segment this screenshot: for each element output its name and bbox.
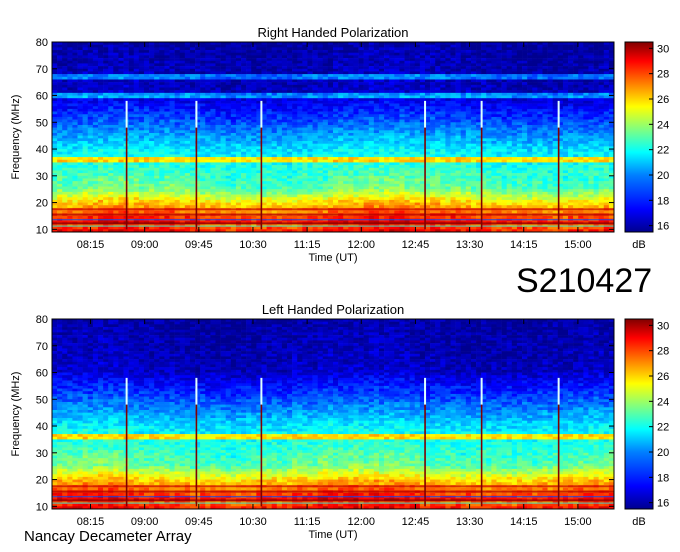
y-tick-label: 20 <box>36 475 48 487</box>
panel-right-polarization: Right Handed Polarization Time (UT) Freque… <box>10 25 669 264</box>
x-axis-label: Time (UT) <box>308 529 357 541</box>
y-tick-label: 50 <box>36 394 48 406</box>
colorbar-tick-label: 24 <box>657 119 669 131</box>
colorbar-tick-label: 30 <box>657 320 669 332</box>
colorbar-tick-label: 24 <box>657 396 669 408</box>
y-tick-label: 40 <box>36 144 48 156</box>
x-tick-label: 09:45 <box>185 516 213 528</box>
y-tick-label: 80 <box>36 37 48 49</box>
y-tick-label: 20 <box>36 198 48 210</box>
colorbar-tick-label: 20 <box>657 447 669 459</box>
x-tick-label: 08:15 <box>77 516 105 528</box>
plot-title: Left Handed Polarization <box>262 302 404 317</box>
colorbar-gradient <box>624 318 654 510</box>
colorbar-tick-label: 28 <box>657 69 669 81</box>
y-tick-label: 70 <box>36 64 48 76</box>
x-tick-label: 10:30 <box>239 239 267 251</box>
observation-id: S210427 <box>516 262 653 300</box>
colorbar-tick-label: 18 <box>657 472 669 484</box>
y-tick-label: 70 <box>36 341 48 353</box>
y-tick-label: 60 <box>36 368 48 380</box>
spectrum-heatmap <box>52 319 615 510</box>
x-tick-label: 12:00 <box>348 516 376 528</box>
colorbar-tick-label: 30 <box>657 43 669 55</box>
x-tick-label: 12:45 <box>402 516 430 528</box>
panel-left-polarization: Left Handed Polarization Time (UT) Frequen… <box>10 302 669 541</box>
x-tick-label: 10:30 <box>239 516 267 528</box>
x-tick-label: 12:00 <box>348 239 376 251</box>
colorbar-tick-label: 16 <box>657 498 669 510</box>
colorbar-tick-label: 28 <box>657 346 669 358</box>
x-tick-label: 15:00 <box>564 516 592 528</box>
spectrum-heatmap <box>52 42 615 233</box>
colorbar-label: dB <box>632 239 645 251</box>
y-axis-label: Frequency (MHz) <box>10 95 22 180</box>
y-tick-label: 60 <box>36 91 48 103</box>
x-tick-label: 09:45 <box>185 239 213 251</box>
colorbar-tick-label: 22 <box>657 422 669 434</box>
y-tick-label: 30 <box>36 171 48 183</box>
x-tick-label: 11:15 <box>294 239 321 251</box>
colorbar-tick-label: 22 <box>657 145 669 157</box>
instrument-name: Nancay Decameter Array <box>24 528 192 545</box>
x-tick-label: 08:15 <box>77 239 105 251</box>
x-tick-label: 09:00 <box>131 516 159 528</box>
y-tick-label: 80 <box>36 314 48 326</box>
colorbar: 16 18 20 22 24 26 28 30 dB <box>624 318 669 528</box>
x-tick-label: 12:45 <box>402 239 430 251</box>
x-tick-label: 13:30 <box>456 516 484 528</box>
colorbar-label: dB <box>632 516 645 528</box>
x-tick-label: 14:15 <box>510 516 538 528</box>
plot-title: Right Handed Polarization <box>257 25 408 40</box>
colorbar-tick-label: 26 <box>657 94 669 106</box>
y-tick-label: 30 <box>36 448 48 460</box>
colorbar: 16 18 20 22 24 26 28 30 dB <box>624 41 669 251</box>
colorbar-tick-label: 16 <box>657 221 669 233</box>
x-axis-label: Time (UT) <box>308 252 357 264</box>
colorbar-tick-label: 18 <box>657 195 669 207</box>
colorbar-tick-label: 20 <box>657 170 669 182</box>
y-tick-label: 10 <box>36 501 48 513</box>
y-tick-label: 10 <box>36 224 48 236</box>
colorbar-tick-label: 26 <box>657 371 669 383</box>
x-tick-label: 11:15 <box>294 516 321 528</box>
x-tick-label: 09:00 <box>131 239 159 251</box>
y-tick-label: 50 <box>36 117 48 129</box>
x-tick-label: 14:15 <box>510 239 538 251</box>
x-tick-label: 15:00 <box>564 239 592 251</box>
x-tick-label: 13:30 <box>456 239 484 251</box>
colorbar-gradient <box>624 41 654 233</box>
y-tick-label: 40 <box>36 421 48 433</box>
y-axis-label: Frequency (MHz) <box>10 372 22 457</box>
